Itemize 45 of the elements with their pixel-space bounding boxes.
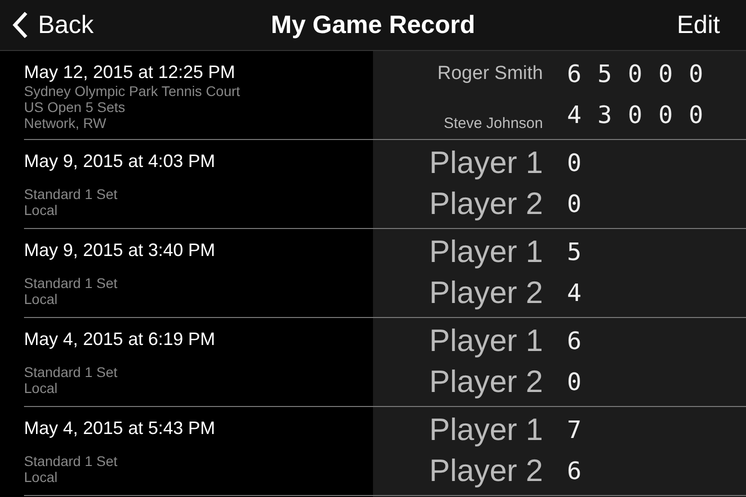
game-date: May 9, 2015 at 4:03 PM: [24, 150, 216, 172]
player-name: Player 2: [428, 186, 543, 222]
game-detail: Standard 1 Set: [24, 186, 118, 202]
game-detail: Local: [24, 380, 58, 396]
player-name: Player 1: [428, 144, 543, 181]
game-record-row[interactable]: May 12, 2015 at 12:25 PM Sydney Olympic Park Tennis Court US Open 5 Sets Network, RW Roger Smith 65000 Steve Johnson 43000: [0, 51, 746, 140]
game-detail: Sydney Olympic Park Tennis Court: [24, 83, 242, 99]
player-name: Steve Johnson: [442, 114, 543, 134]
game-record-row[interactable]: May 9, 2015 at 4:03 PM Standard 1 Set Local Player 1 0 Player 2 0: [0, 140, 746, 229]
game-detail: Local: [24, 469, 58, 485]
score-digits: 5: [567, 238, 598, 266]
game-date: May 9, 2015 at 3:40 PM: [24, 239, 216, 261]
game-date: May 4, 2015 at 5:43 PM: [24, 417, 216, 439]
game-record-row[interactable]: May 9, 2015 at 3:40 PM Standard 1 Set Local Player 1 5 Player 2 4: [0, 229, 746, 318]
player-name: Player 1: [428, 412, 543, 448]
game-record-row[interactable]: May 4, 2015 at 5:43 PM Standard 1 Set Local Player 1 7 Player 2 6: [0, 407, 746, 496]
player-name: Player 1: [428, 322, 543, 359]
score-digits: 0: [567, 148, 598, 177]
score-digits: 0: [567, 190, 598, 218]
game-detail: Standard 1 Set: [24, 453, 118, 469]
player-name: Player 2: [428, 453, 543, 490]
score-digits: 65000: [567, 60, 720, 88]
score-digits: 4: [567, 279, 598, 308]
screen-title: My Game Record: [270, 10, 476, 40]
score-digits: 6: [567, 326, 598, 355]
game-detail: US Open 5 Sets: [24, 99, 126, 115]
player-name: Player 1: [428, 234, 543, 270]
score-digits: 43000: [567, 101, 720, 130]
player-name: Player 2: [428, 275, 543, 312]
game-detail: Local: [24, 291, 58, 307]
game-detail: Local: [24, 202, 58, 218]
edit-button[interactable]: Edit: [676, 10, 720, 40]
game-date: May 4, 2015 at 6:19 PM: [24, 328, 216, 350]
player-name: Player 2: [428, 364, 543, 400]
score-digits: 7: [567, 416, 598, 444]
score-digits: 0: [567, 368, 598, 396]
player-name: Roger Smith: [436, 62, 543, 85]
game-detail: Standard 1 Set: [24, 275, 118, 291]
game-record-row[interactable]: May 4, 2015 at 6:19 PM Standard 1 Set Local Player 1 6 Player 2 0: [0, 318, 746, 407]
game-detail: Standard 1 Set: [24, 364, 118, 380]
game-date: May 12, 2015 at 12:25 PM: [24, 61, 236, 83]
score-digits: 6: [567, 457, 598, 486]
chevron-left-icon: [12, 11, 28, 39]
back-button[interactable]: Back: [12, 10, 94, 40]
game-detail: Network, RW: [24, 115, 108, 131]
